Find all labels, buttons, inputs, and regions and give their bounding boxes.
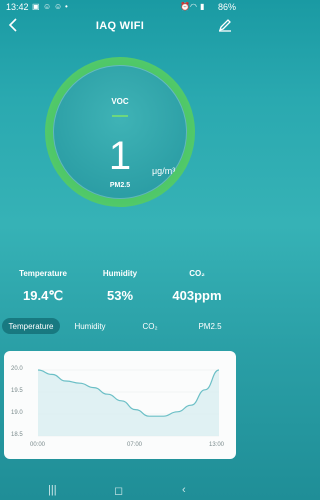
recent-apps-button[interactable]: ||| [48,484,57,496]
x-tick-label: 07:00 [127,442,143,448]
home-button[interactable]: ◻ [114,484,123,497]
x-tick-label: 13:00 [209,442,225,448]
y-tick-label: 19.0 [11,410,23,416]
y-tick-label: 20.0 [11,366,23,372]
y-tick-label: 18.5 [11,432,23,438]
temperature-chart [37,369,220,437]
series-area [38,370,219,436]
system-nav-bar: ||| ◻ ‹ [0,482,240,500]
x-tick-label: 00:00 [30,442,46,448]
y-tick-label: 19.5 [11,388,23,394]
back-nav-button[interactable]: ‹ [182,484,186,496]
